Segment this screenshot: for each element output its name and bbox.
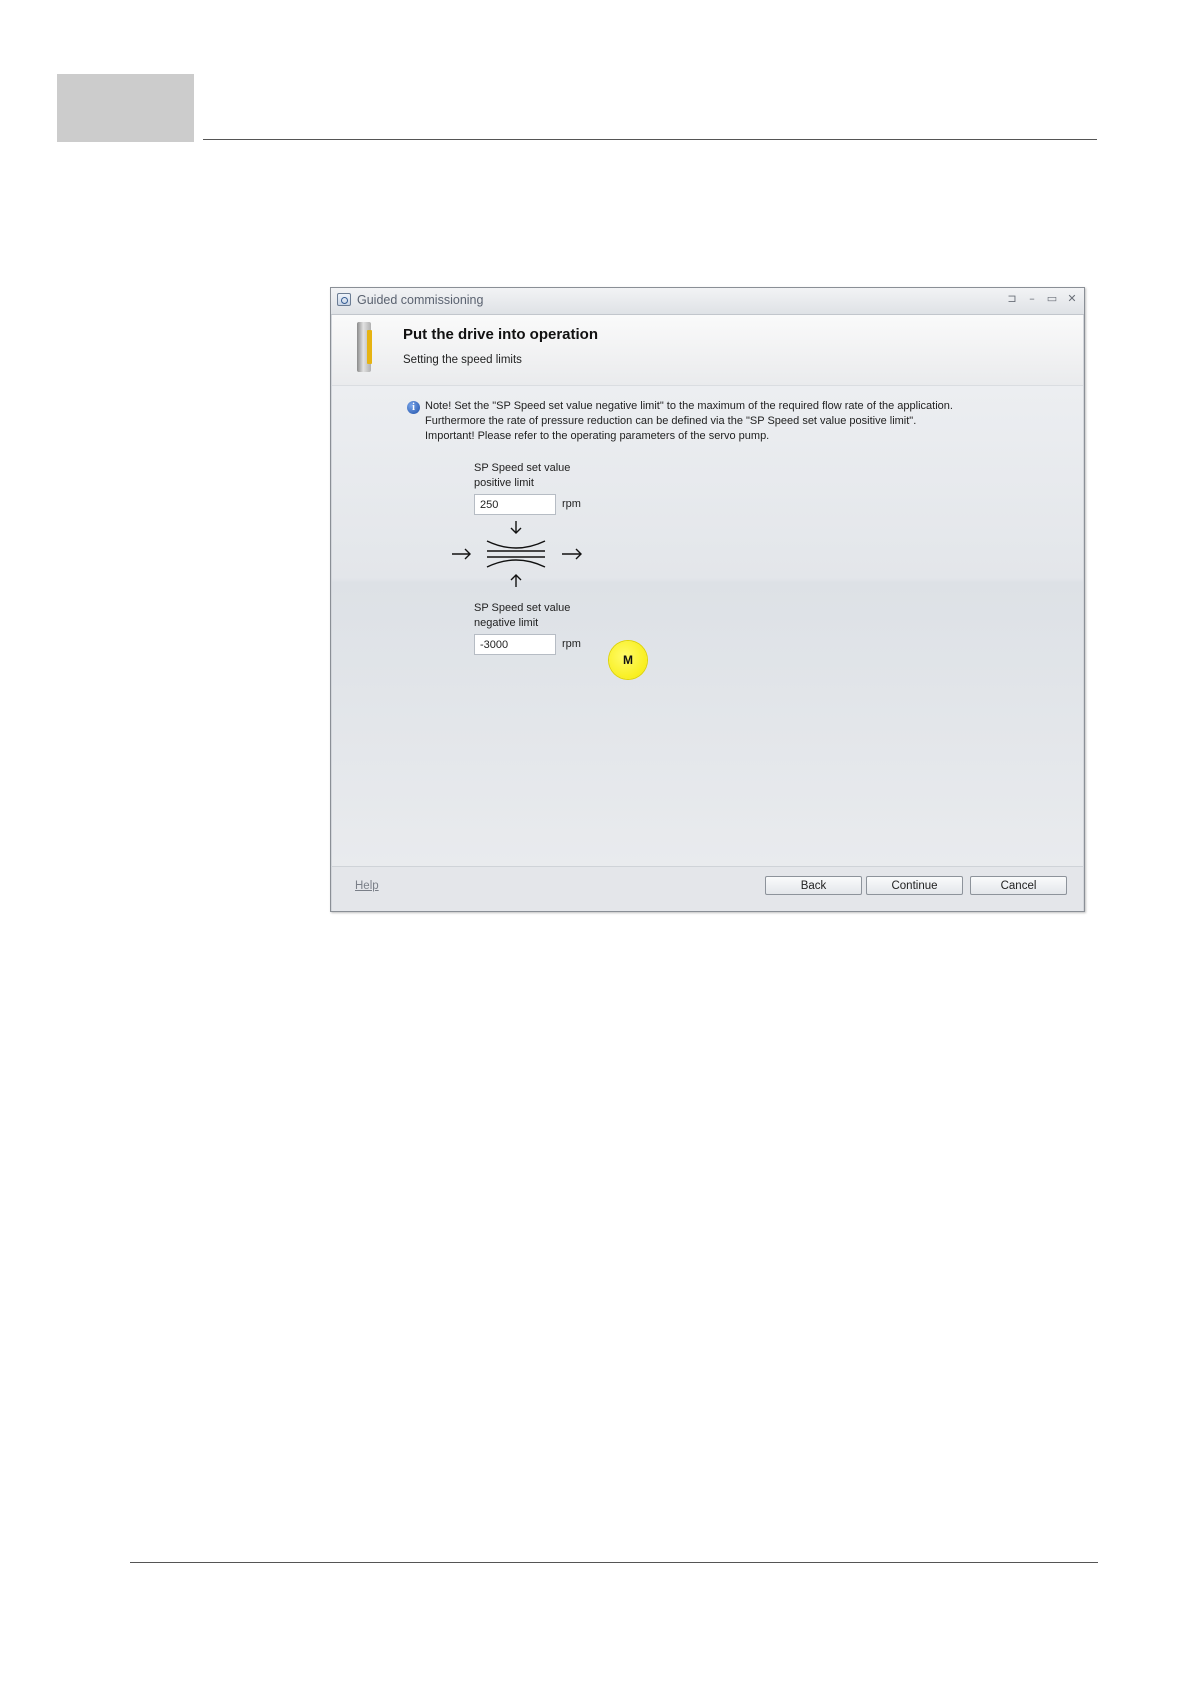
window-controls: ⊐ – ▭ ✕ (1004, 290, 1080, 308)
negative-limit-unit: rpm (562, 638, 581, 650)
throttle-flow-diagram (452, 521, 582, 587)
continue-button[interactable]: Continue (866, 876, 963, 895)
positive-limit-label: SP Speed set value positive limit (474, 461, 570, 491)
wizard-content: i Note! Set the "SP Speed set value nega… (332, 386, 1083, 866)
note-line: Furthermore the rate of pressure reducti… (425, 415, 917, 427)
app-icon (337, 293, 351, 306)
pin-icon[interactable]: ⊐ (1004, 290, 1020, 308)
negative-limit-label-line: SP Speed set value (474, 602, 571, 614)
throttle-upper-curve (486, 540, 546, 549)
back-button[interactable]: Back (765, 876, 862, 895)
close-icon[interactable]: ✕ (1064, 290, 1080, 308)
positive-limit-label-line: positive limit (474, 477, 534, 489)
guided-commissioning-window: Guided commissioning ⊐ – ▭ ✕ Put the dri… (330, 287, 1085, 912)
negative-limit-input[interactable] (474, 634, 556, 655)
positive-limit-input[interactable] (474, 494, 556, 515)
positive-limit-unit: rpm (562, 498, 581, 510)
wizard-header: Put the drive into operation Setting the… (332, 315, 1083, 386)
info-icon: i (407, 401, 420, 414)
drive-device-icon (357, 322, 372, 372)
negative-limit-label: SP Speed set value negative limit (474, 601, 570, 631)
note-text: Note! Set the "SP Speed set value negati… (425, 399, 953, 444)
minimize-icon[interactable]: – (1024, 290, 1040, 308)
footer-rule (130, 1562, 1098, 1563)
cancel-button[interactable]: Cancel (970, 876, 1067, 895)
wizard-footer: Help Back Continue Cancel (332, 866, 1083, 911)
throttle-lower-curve (486, 559, 546, 568)
negative-limit-label-line: negative limit (474, 617, 539, 629)
page-header-tab (57, 74, 194, 142)
positive-limit-label-line: SP Speed set value (474, 462, 571, 474)
window-titlebar[interactable]: Guided commissioning ⊐ – ▭ ✕ (331, 288, 1084, 315)
wizard-step-subtitle: Setting the speed limits (403, 354, 522, 366)
note-line: Note! Set the "SP Speed set value negati… (425, 400, 953, 412)
header-rule (203, 139, 1097, 140)
help-link[interactable]: Help (355, 880, 379, 892)
wizard-step-title: Put the drive into operation (403, 326, 599, 343)
window-title: Guided commissioning (357, 293, 484, 307)
note-line: Important! Please refer to the operating… (425, 430, 770, 442)
maximize-icon[interactable]: ▭ (1044, 290, 1060, 308)
motor-icon: M (609, 641, 647, 679)
